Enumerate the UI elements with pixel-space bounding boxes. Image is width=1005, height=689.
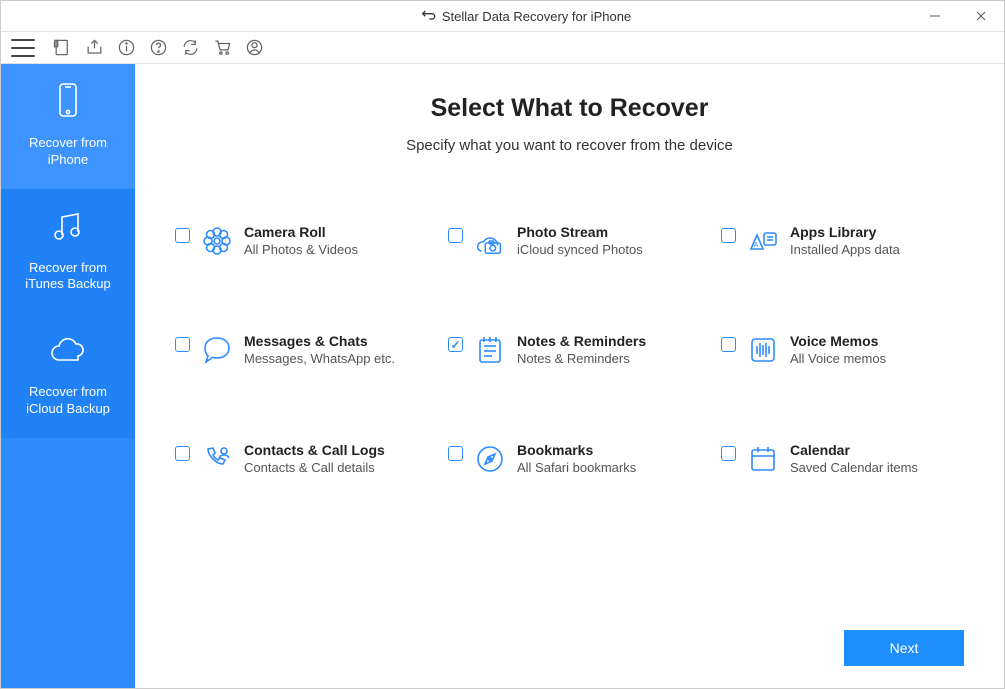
sidebar-item-label: Recover from iPhone (29, 135, 107, 169)
next-button[interactable]: Next (844, 630, 964, 666)
option-voice-memos: Voice Memos All Voice memos (721, 333, 964, 367)
sidebar-item-label: Recover from iTunes Backup (25, 260, 111, 294)
cloud-icon (48, 331, 88, 376)
page-subtitle: Specify what you want to recover from th… (175, 137, 964, 154)
option-title: Camera Roll (244, 224, 358, 240)
option-camera-roll: Camera Roll All Photos & Videos (175, 224, 418, 258)
option-title: Notes & Reminders (517, 333, 646, 349)
minimize-button[interactable] (912, 1, 958, 31)
notepad-icon (473, 333, 507, 367)
sidebar-item-icloud[interactable]: Recover from iCloud Backup (1, 313, 135, 438)
waveform-icon (746, 333, 780, 367)
option-subtitle: All Voice memos (790, 351, 886, 366)
window-title: Stellar Data Recovery for iPhone (442, 9, 631, 24)
checkbox-calendar[interactable] (721, 446, 736, 461)
option-subtitle: Contacts & Call details (244, 460, 385, 475)
option-subtitle: All Safari bookmarks (517, 460, 636, 475)
option-title: Contacts & Call Logs (244, 442, 385, 458)
page-title: Select What to Recover (175, 94, 964, 123)
sidebar-item-iphone[interactable]: Recover from iPhone (1, 64, 135, 189)
checkbox-camera-roll[interactable] (175, 228, 190, 243)
compass-icon (473, 442, 507, 476)
export-icon[interactable] (83, 37, 105, 59)
sidebar-item-itunes[interactable]: Recover from iTunes Backup (1, 189, 135, 314)
option-title: Messages & Chats (244, 333, 395, 349)
option-subtitle: Messages, WhatsApp etc. (244, 351, 395, 366)
option-subtitle: Installed Apps data (790, 242, 900, 257)
toolbar (1, 32, 1004, 64)
info-icon[interactable] (115, 37, 137, 59)
save-icon[interactable] (51, 37, 73, 59)
chat-bubble-icon (200, 333, 234, 367)
help-icon[interactable] (147, 37, 169, 59)
option-title: Bookmarks (517, 442, 636, 458)
option-calendar: Calendar Saved Calendar items (721, 442, 964, 476)
checkbox-bookmarks[interactable] (448, 446, 463, 461)
app-window: Stellar Data Recovery for iPhone (0, 0, 1005, 689)
option-bookmarks: Bookmarks All Safari bookmarks (448, 442, 691, 476)
checkbox-messages[interactable] (175, 337, 190, 352)
flower-icon (200, 224, 234, 258)
options-grid: Camera Roll All Photos & Videos Photo St… (175, 224, 964, 476)
option-subtitle: iCloud synced Photos (517, 242, 643, 257)
main-panel: Select What to Recover Specify what you … (135, 64, 1004, 688)
title-bar: Stellar Data Recovery for iPhone (1, 1, 1004, 32)
sidebar-item-label: Recover from iCloud Backup (26, 384, 110, 418)
checkbox-voice-memos[interactable] (721, 337, 736, 352)
sidebar: Recover from iPhone Recover from iTunes … (1, 64, 135, 688)
menu-icon[interactable] (11, 39, 35, 57)
phone-icon (48, 82, 88, 127)
checkbox-photo-stream[interactable] (448, 228, 463, 243)
checkbox-contacts[interactable] (175, 446, 190, 461)
option-subtitle: Notes & Reminders (517, 351, 646, 366)
profile-icon[interactable] (243, 37, 265, 59)
option-photo-stream: Photo Stream iCloud synced Photos (448, 224, 691, 258)
option-notes: Notes & Reminders Notes & Reminders (448, 333, 691, 367)
option-title: Voice Memos (790, 333, 886, 349)
calendar-icon (746, 442, 780, 476)
refresh-icon[interactable] (179, 37, 201, 59)
option-subtitle: Saved Calendar items (790, 460, 918, 475)
svg-text:A: A (754, 242, 759, 249)
music-note-icon (48, 207, 88, 252)
back-arrow-icon (420, 7, 436, 26)
option-messages: Messages & Chats Messages, WhatsApp etc. (175, 333, 418, 367)
body: Recover from iPhone Recover from iTunes … (1, 64, 1004, 688)
checkbox-notes[interactable] (448, 337, 463, 352)
window-controls (912, 1, 1004, 31)
option-title: Calendar (790, 442, 918, 458)
option-apps-library: A Apps Library Installed Apps data (721, 224, 964, 258)
close-button[interactable] (958, 1, 1004, 31)
option-title: Apps Library (790, 224, 900, 240)
apps-icon: A (746, 224, 780, 258)
option-title: Photo Stream (517, 224, 643, 240)
checkbox-apps-library[interactable] (721, 228, 736, 243)
title-wrap: Stellar Data Recovery for iPhone (139, 7, 912, 26)
contacts-icon (200, 442, 234, 476)
cart-icon[interactable] (211, 37, 233, 59)
option-contacts: Contacts & Call Logs Contacts & Call det… (175, 442, 418, 476)
option-subtitle: All Photos & Videos (244, 242, 358, 257)
cloud-camera-icon (473, 224, 507, 258)
